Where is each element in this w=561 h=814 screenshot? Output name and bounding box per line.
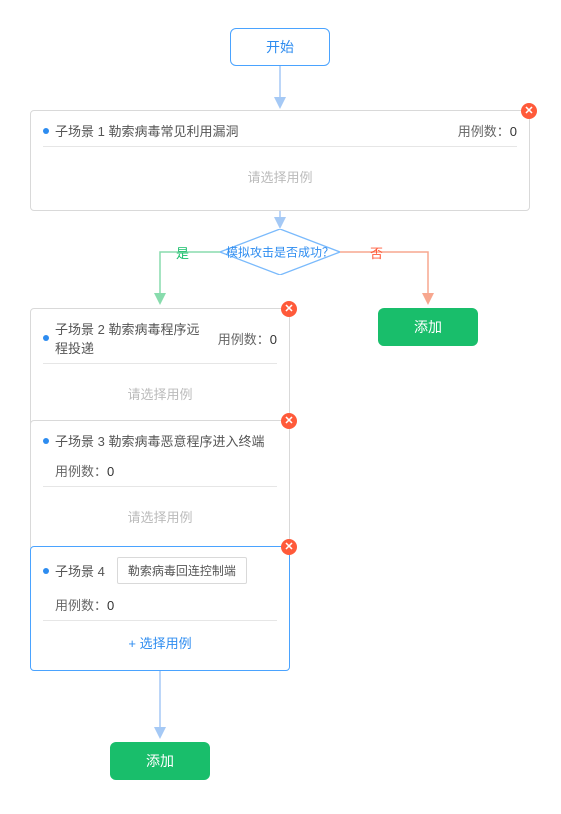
case-count: 用例数：0	[218, 329, 277, 348]
close-icon[interactable]: ✕	[281, 539, 297, 555]
scene-title: 子场景 1 勒索病毒常见利用漏洞	[43, 121, 238, 140]
close-icon[interactable]: ✕	[281, 413, 297, 429]
start-label: 开始	[266, 39, 294, 55]
scene-card-2[interactable]: ✕ 子场景 2 勒索病毒程序远程投递 用例数：0 请选择用例	[30, 308, 290, 428]
select-placeholder[interactable]: 请选择用例	[43, 364, 277, 415]
case-count: 用例数：0	[458, 121, 517, 140]
start-node[interactable]: 开始	[230, 28, 330, 66]
scene-title-text: 子场景 3 勒索病毒恶意程序进入终端	[55, 431, 264, 450]
scene-tag[interactable]: 勒索病毒回连控制端	[117, 557, 247, 584]
scene-card-3[interactable]: ✕ 子场景 3 勒索病毒恶意程序进入终端 用例数：0 请选择用例	[30, 420, 290, 551]
scene-card-1[interactable]: ✕ 子场景 1 勒索病毒常见利用漏洞 用例数：0 请选择用例	[30, 110, 530, 211]
bullet-icon	[43, 438, 49, 444]
bullet-icon	[43, 128, 49, 134]
scene-title: 子场景 3 勒索病毒恶意程序进入终端	[43, 431, 264, 450]
add-button-label: 添加	[146, 753, 174, 769]
branch-no-label: 否	[370, 243, 383, 262]
scene-card-4[interactable]: ✕ 子场景 4 勒索病毒回连控制端 用例数：0 + 选择用例	[30, 546, 290, 671]
select-placeholder[interactable]: 请选择用例	[43, 487, 277, 538]
add-button-bottom[interactable]: 添加	[110, 742, 210, 780]
scene-title-text: 子场景 2 勒索病毒程序远程投递	[55, 319, 210, 357]
branch-yes-label: 是	[176, 243, 189, 262]
scene-title-text: 子场景 1 勒索病毒常见利用漏洞	[55, 121, 238, 140]
select-placeholder[interactable]: 请选择用例	[43, 147, 517, 198]
case-count: 用例数：0	[55, 461, 277, 480]
decision-text: 模拟攻击是否成功？	[226, 244, 334, 261]
scene-title: 子场景 2 勒索病毒程序远程投递	[43, 319, 210, 357]
case-count: 用例数：0	[55, 595, 277, 614]
bullet-icon	[43, 335, 49, 341]
close-icon[interactable]: ✕	[521, 103, 537, 119]
scene-title-text: 子场景 4	[55, 561, 105, 580]
select-case-cta[interactable]: + 选择用例	[43, 621, 277, 658]
close-icon[interactable]: ✕	[281, 301, 297, 317]
bullet-icon	[43, 568, 49, 574]
decision-node[interactable]: 模拟攻击是否成功？	[220, 229, 340, 275]
add-button-label: 添加	[414, 319, 442, 335]
scene-title: 子场景 4 勒索病毒回连控制端	[43, 557, 247, 584]
add-button-right[interactable]: 添加	[378, 308, 478, 346]
